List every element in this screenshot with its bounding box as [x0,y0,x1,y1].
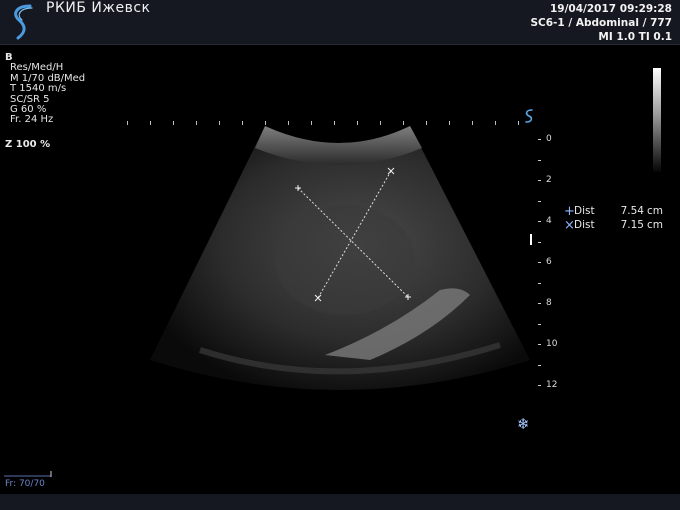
caliper-overlay [295,167,411,302]
depth-label: 8 [546,298,552,308]
depth-label: 4 [546,216,552,226]
measurement-panel: + Dist 7.54 cm × Dist 7.15 cm [564,203,664,233]
caliper-x-start[interactable] [387,167,395,175]
depth-scale: 0 2 4 6 8 10 12 [532,130,562,400]
probe-s-logo-icon [14,4,33,40]
measurement-row: + Dist 7.54 cm [564,203,664,219]
measurement-unit: cm [647,219,664,231]
probe-preset-label: SC6-1 / Abdominal / 777 [530,17,672,29]
footer-bar [0,494,680,510]
measurement-unit: cm [647,205,664,217]
imaging-params-panel: B Res/Med/H M 1/70 dB/Med T 1540 m/s SC/… [5,52,85,126]
depth-label: 0 [546,134,552,144]
focus-marker[interactable] [530,234,532,245]
caliper-plus-icon: + [564,203,575,219]
depth-ticks [538,139,541,386]
zoom-label: Z 100 % [5,139,51,150]
depth-label: 10 [546,339,558,349]
caliper-plus-start[interactable] [295,185,301,191]
caliper-x-end[interactable] [314,294,322,302]
frame-counter: Fr: 70/70 [5,479,45,489]
mi-ti-label: MI 1.0 TI 0.1 [598,31,672,43]
snowflake-icon: ❄ [517,415,530,433]
measurement-row: × Dist 7.15 cm [564,217,664,233]
clinic-name: РКИБ Ижевск [46,0,151,16]
frame-progress-bar [4,471,52,477]
measurement-value: 7.15 [620,219,644,231]
depth-label: 6 [546,257,552,267]
caliper-line-2 [317,170,392,299]
measurement-label: Dist [574,205,595,217]
grayscale-bar [653,68,661,172]
datetime-label: 19/04/2017 09:29:28 [549,3,672,15]
depth-label: 12 [546,380,558,390]
depth-label: 2 [546,175,552,185]
measurement-value: 7.54 [620,205,644,217]
caliper-line-1 [297,187,409,298]
param-line: Fr. 24 Hz [10,114,54,126]
caliper-x-icon: × [564,217,575,233]
caliper-plus-end[interactable] [405,294,411,300]
measurement-label: Dist [574,219,595,231]
